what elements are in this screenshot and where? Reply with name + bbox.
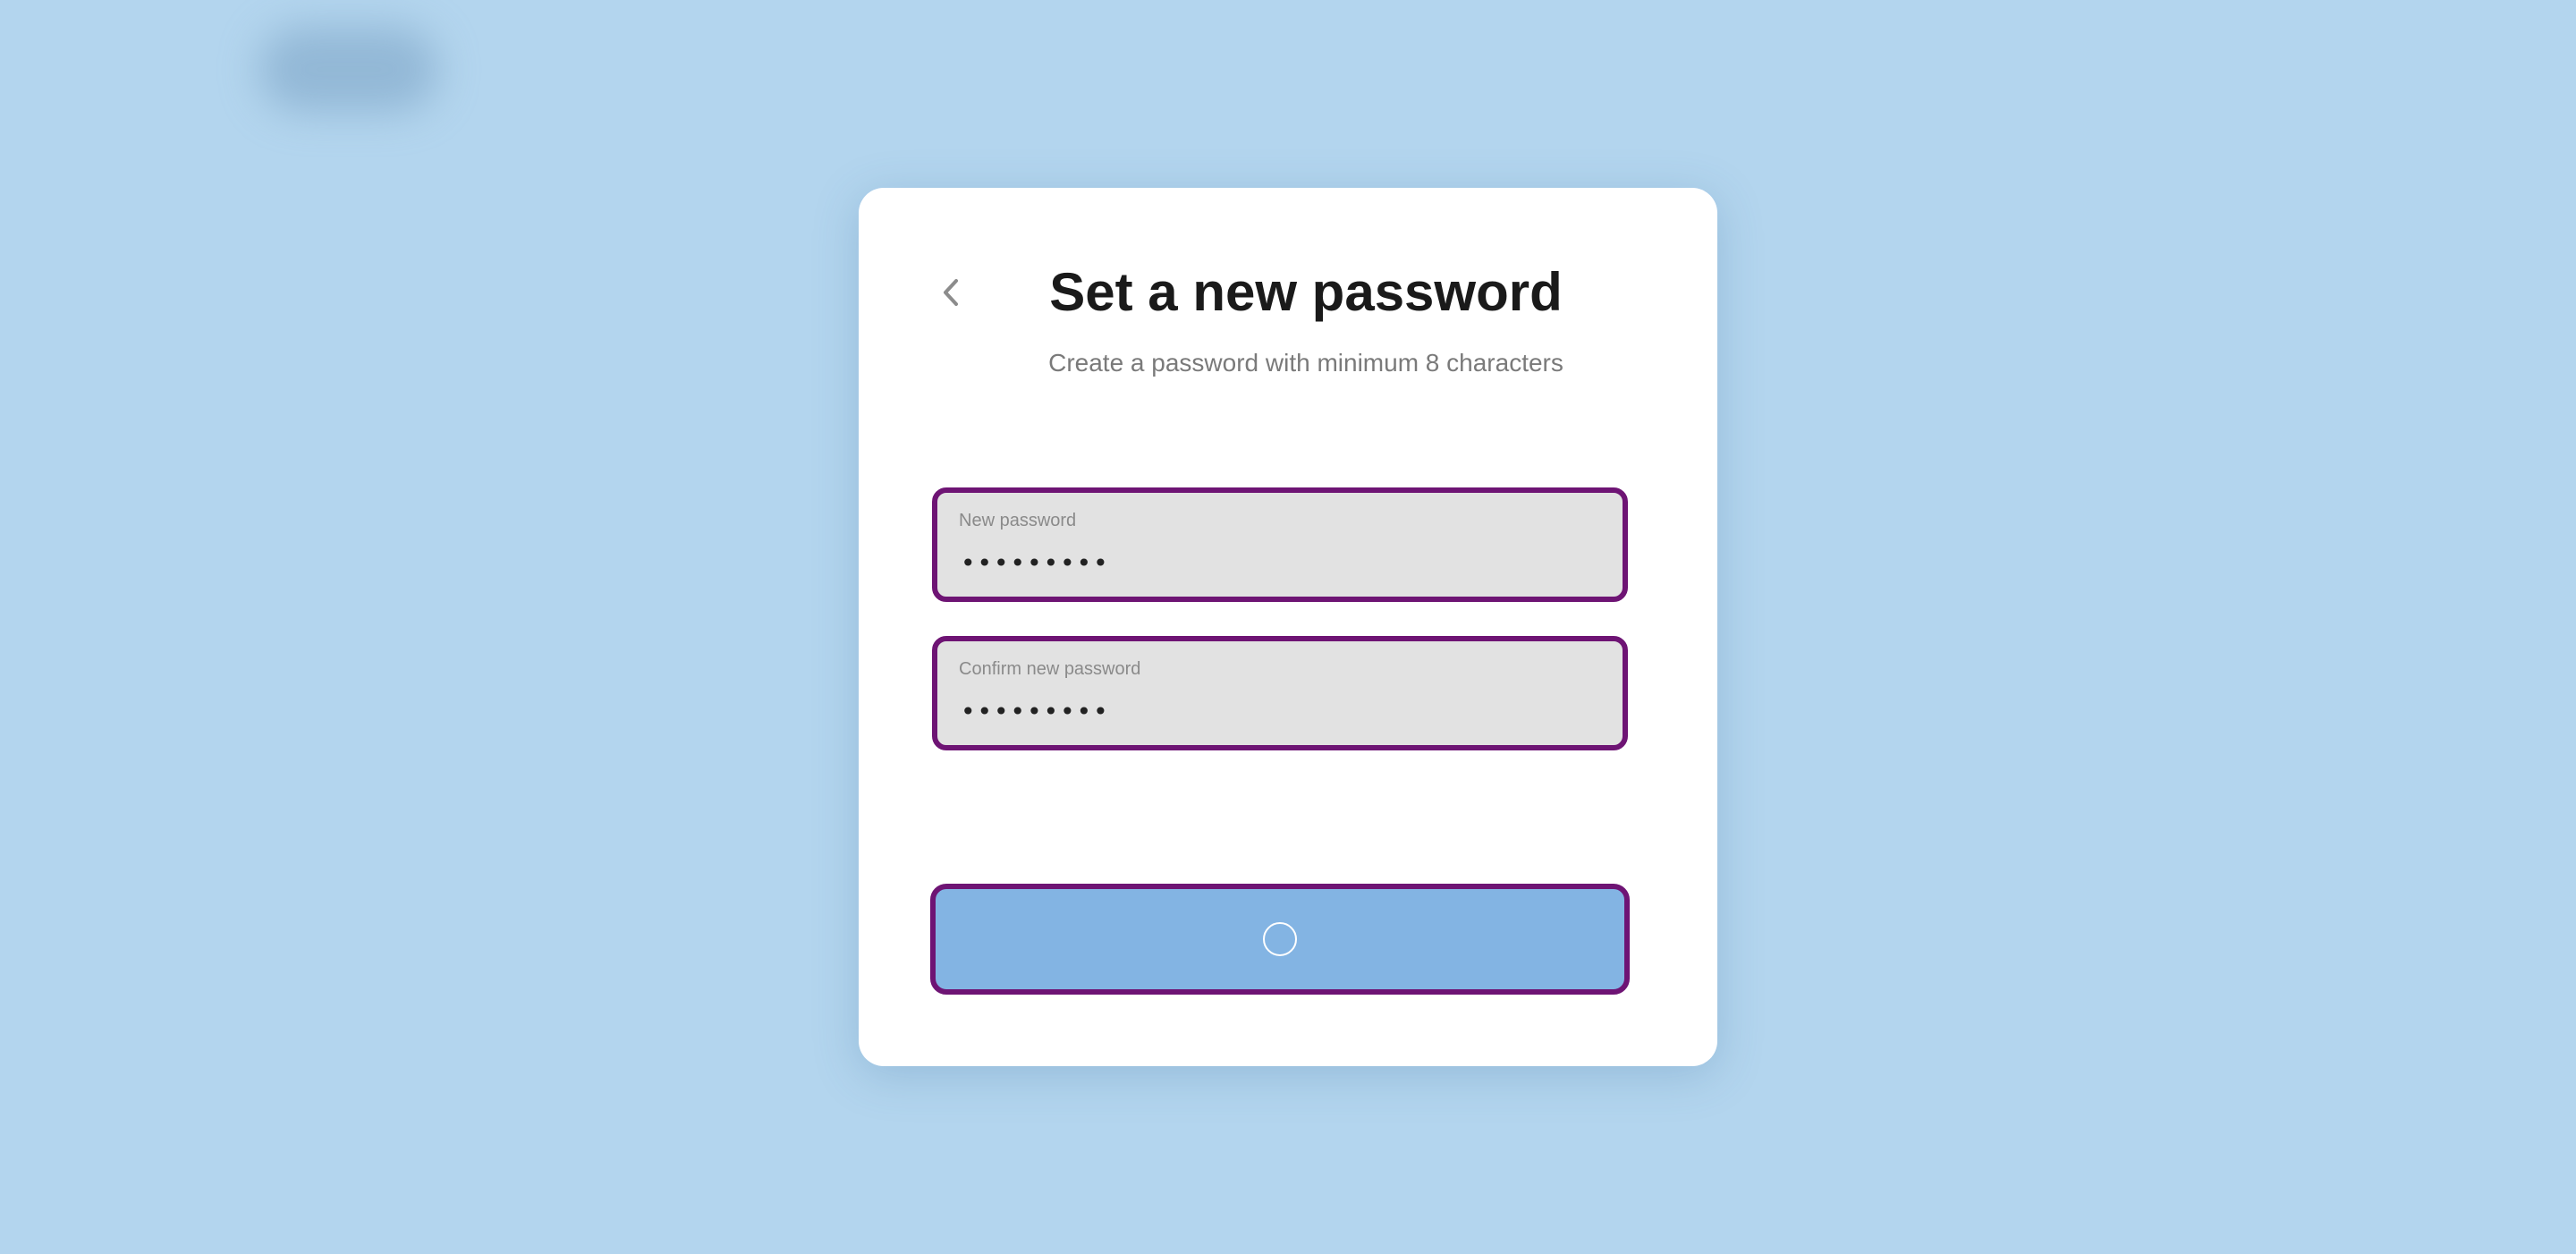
confirm-password-value: ••••••••• xyxy=(961,697,1110,726)
new-password-label: New password xyxy=(959,511,1077,530)
password-card: Set a new password Create a password wit… xyxy=(859,188,1717,1066)
submit-button[interactable] xyxy=(930,884,1630,995)
new-password-field[interactable]: New password ••••••••• xyxy=(932,487,1628,602)
page-subtitle: Create a password with minimum 8 charact… xyxy=(1048,349,1563,377)
confirm-password-field[interactable]: Confirm new password ••••••••• xyxy=(932,636,1628,750)
page-title: Set a new password xyxy=(1049,262,1563,322)
confirm-password-label: Confirm new password xyxy=(959,659,1141,679)
new-password-value: ••••••••• xyxy=(961,548,1110,578)
loading-spinner-icon xyxy=(1263,922,1297,956)
blurred-logo xyxy=(259,27,438,112)
